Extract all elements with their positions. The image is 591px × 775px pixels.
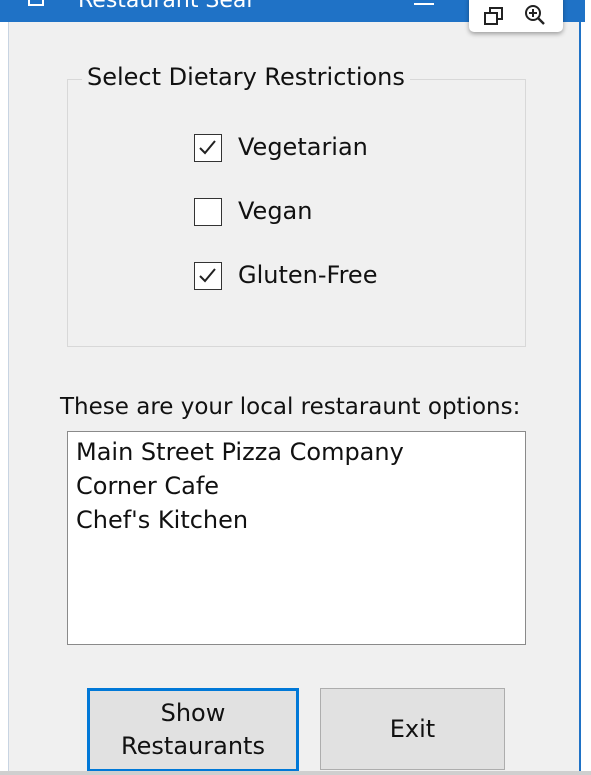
list-item[interactable]: Chef's Kitchen — [76, 505, 248, 535]
vegetarian-label[interactable]: Vegetarian — [238, 132, 368, 162]
exit-button-label: Exit — [389, 714, 436, 743]
exit-button[interactable]: Exit — [320, 688, 505, 770]
show-restaurants-button[interactable]: Show Restaurants — [87, 688, 299, 772]
list-caption: These are your local restaraunt options: — [60, 394, 521, 420]
group-title: Select Dietary Restrictions — [82, 62, 410, 92]
minimize-icon[interactable] — [414, 0, 434, 5]
vegan-label[interactable]: Vegan — [238, 196, 312, 226]
vegetarian-checkbox[interactable] — [194, 134, 222, 162]
show-button-label-line2: Restaurants — [121, 732, 265, 760]
zoom-popup — [469, 0, 563, 32]
show-button-label-line1: Show — [160, 699, 226, 727]
vegan-checkbox[interactable] — [194, 198, 222, 226]
window-title: Restaurant Sear — [78, 0, 256, 13]
checkmark-icon — [199, 140, 216, 155]
gluten-free-label[interactable]: Gluten-Free — [238, 260, 377, 290]
checkmark-icon — [199, 268, 216, 283]
app-icon — [28, 0, 44, 6]
list-item[interactable]: Main Street Pizza Company — [76, 437, 404, 467]
zoom-in-icon[interactable] — [523, 4, 547, 26]
bottom-edge — [0, 771, 591, 775]
restaurant-listbox[interactable]: Main Street Pizza Company Corner Cafe Ch… — [67, 431, 526, 645]
restore-icon[interactable] — [483, 6, 505, 26]
gluten-free-checkbox[interactable] — [194, 262, 222, 290]
list-item[interactable]: Corner Cafe — [76, 471, 219, 501]
